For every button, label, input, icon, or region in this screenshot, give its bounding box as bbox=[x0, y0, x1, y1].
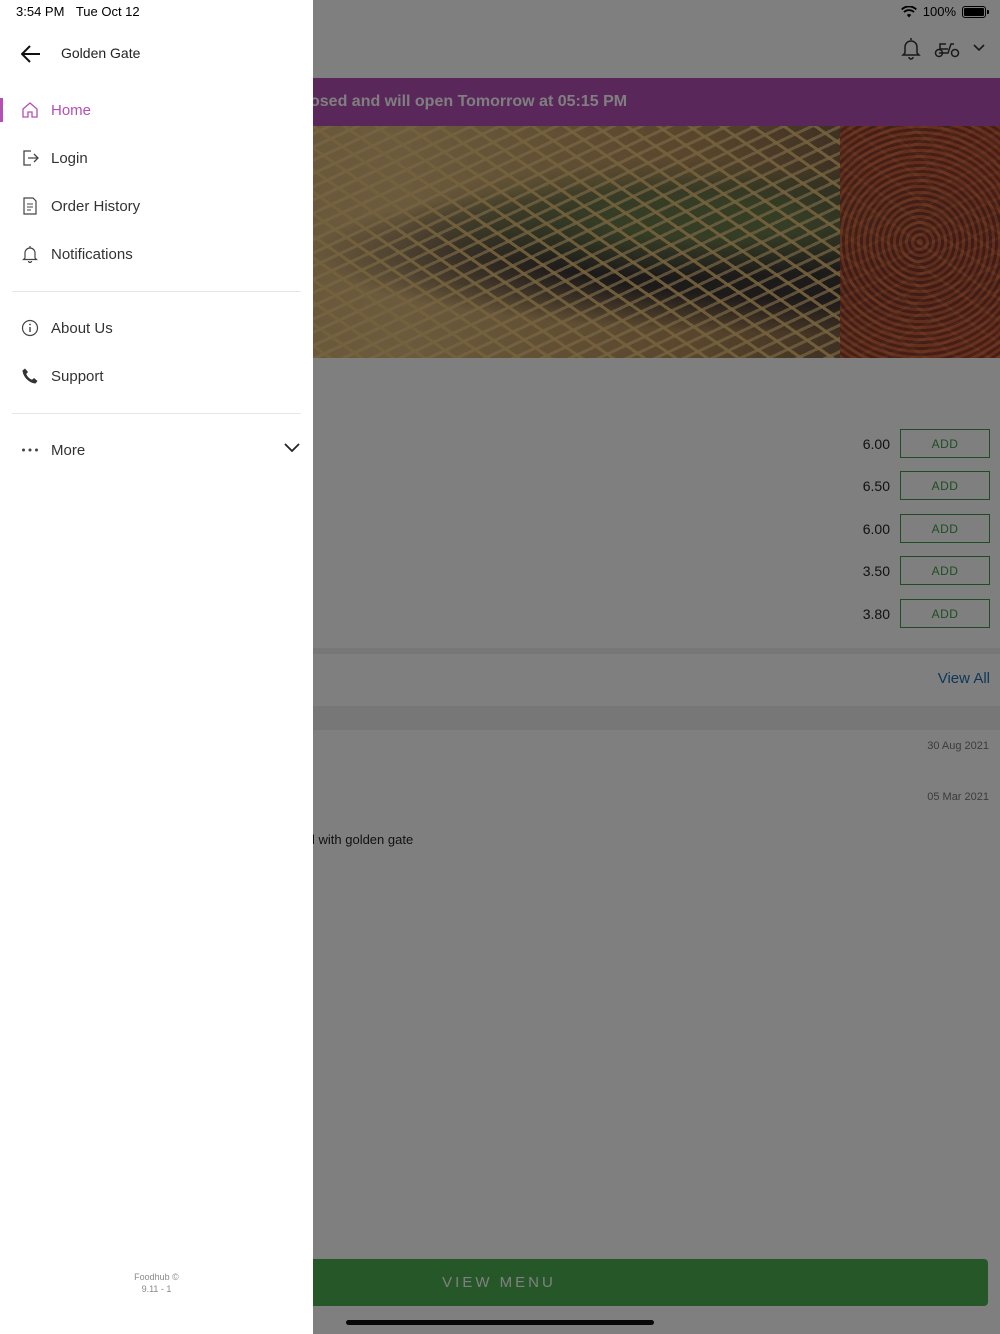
menu-divider bbox=[12, 291, 301, 292]
menu-divider bbox=[12, 413, 301, 414]
menu-item-support[interactable]: Support bbox=[0, 354, 313, 398]
back-button[interactable] bbox=[18, 41, 44, 67]
home-icon bbox=[19, 99, 41, 121]
menu-item-label: Order History bbox=[51, 197, 141, 215]
menu-item-home[interactable]: Home bbox=[0, 88, 313, 132]
order-history-icon bbox=[19, 195, 41, 217]
footer-version: 9.11 - 1 bbox=[141, 1284, 172, 1294]
status-bar-left: 3:54 PM Tue Oct 12 bbox=[16, 4, 148, 19]
active-indicator bbox=[0, 98, 3, 122]
menu-item-login[interactable]: Login bbox=[0, 136, 313, 180]
login-icon bbox=[19, 147, 41, 169]
status-time: 3:54 PM bbox=[16, 4, 65, 19]
phone-icon bbox=[19, 365, 41, 387]
menu-item-about-us[interactable]: About Us bbox=[0, 306, 313, 350]
drawer-header: Golden Gate bbox=[0, 32, 313, 76]
menu-item-label: Login bbox=[51, 149, 88, 167]
info-icon bbox=[19, 317, 41, 339]
chevron-down-icon bbox=[283, 440, 301, 458]
menu-item-label: Notifications bbox=[51, 245, 133, 263]
footer-brand: Foodhub © bbox=[134, 1272, 179, 1282]
drawer-title: Golden Gate bbox=[61, 45, 141, 61]
menu-item-label: Home bbox=[51, 101, 92, 119]
menu-item-label: More bbox=[51, 441, 86, 459]
arrow-left-icon bbox=[21, 45, 40, 63]
status-date: Tue Oct 12 bbox=[75, 4, 140, 19]
more-dots-icon bbox=[19, 439, 41, 461]
bell-icon bbox=[19, 243, 41, 265]
navigation-drawer: 3:54 PM Tue Oct 12 Golden Gate Home Logi… bbox=[0, 0, 313, 1334]
app-footer: Foodhub © 9.11 - 1 bbox=[0, 1271, 313, 1295]
menu-item-label: About Us bbox=[51, 319, 113, 337]
menu-item-label: Support bbox=[51, 367, 104, 385]
menu-item-notifications[interactable]: Notifications bbox=[0, 232, 313, 276]
menu-item-order-history[interactable]: Order History bbox=[0, 184, 313, 228]
menu-item-more[interactable]: More bbox=[0, 428, 313, 472]
